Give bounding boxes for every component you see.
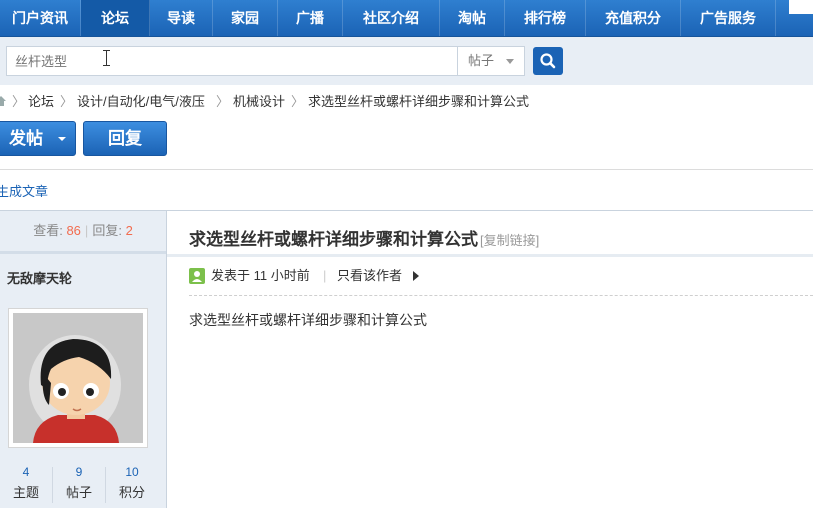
author-stat-posts[interactable]: 9 帖子	[53, 461, 105, 506]
new-post-button[interactable]: 发帖	[0, 121, 76, 156]
author-sidebar: 查看: 86 | 回复: 2 无敌摩天轮 4 主题 9 帖子 10 积分	[0, 211, 167, 508]
text-cursor-icon	[103, 50, 110, 66]
chevron-down-icon	[58, 137, 66, 141]
play-icon[interactable]	[413, 271, 419, 281]
top-navigation: 门户资讯 论坛 导读 家园 广播 社区介绍 淘帖 排行榜 充值积分 广告服务	[0, 0, 813, 37]
reply-button[interactable]: 回复	[83, 121, 167, 156]
online-user-icon	[189, 268, 205, 284]
nav-item-forum[interactable]: 论坛	[81, 0, 150, 36]
search-bar: 帖子	[0, 37, 813, 85]
nav-item-ranking[interactable]: 排行榜	[505, 0, 586, 36]
breadcrumb-thread[interactable]: 求选型丝杆或螺杆详细步骤和计算公式	[308, 90, 529, 114]
search-input[interactable]	[6, 46, 457, 76]
author-name[interactable]: 无敌摩天轮	[7, 268, 72, 287]
author-stat-topics[interactable]: 4 主题	[0, 461, 52, 506]
stats-separator: |	[84, 223, 89, 238]
divider	[189, 295, 813, 296]
divider	[0, 169, 813, 170]
breadcrumb-board[interactable]: 机械设计	[233, 90, 285, 114]
breadcrumb-separator: 〉	[291, 94, 305, 109]
stat-value: 10	[125, 465, 139, 479]
search-icon	[540, 53, 556, 69]
author-stat-points[interactable]: 10 积分	[106, 461, 158, 506]
breadcrumb-category[interactable]: 设计/自动化/电气/液压	[77, 90, 205, 114]
only-author-link[interactable]: 只看该作者	[337, 266, 402, 286]
nav-item-home[interactable]: 家园	[213, 0, 278, 36]
avatar[interactable]	[8, 308, 148, 448]
stat-value: 4	[22, 465, 30, 479]
breadcrumb-separator: 〉	[216, 94, 230, 109]
author-stats: 4 主题 9 帖子 10 积分	[0, 461, 166, 506]
stat-label: 积分	[118, 485, 145, 500]
meta-separator: |	[323, 268, 327, 283]
breadcrumb-forum[interactable]: 论坛	[28, 90, 54, 114]
nav-item-guide[interactable]: 导读	[150, 0, 213, 36]
search-type-select[interactable]: 帖子	[457, 46, 525, 76]
nav-item-collections[interactable]: 淘帖	[440, 0, 505, 36]
nav-item-recharge[interactable]: 充值积分	[586, 0, 681, 36]
avatar-image	[13, 313, 143, 443]
stat-label: 主题	[12, 485, 39, 500]
search-button[interactable]	[533, 47, 563, 75]
post-body: 求选型丝杆或螺杆详细步骤和计算公式	[189, 312, 427, 328]
chevron-down-icon	[506, 59, 514, 64]
nav-item-portal[interactable]: 门户资讯	[0, 0, 81, 36]
copy-link-button[interactable]: [复制链接]	[480, 233, 539, 248]
views-count: 86	[66, 223, 81, 238]
nav-item-community[interactable]: 社区介绍	[343, 0, 440, 36]
thread-stats: 查看: 86 | 回复: 2	[0, 211, 166, 251]
home-icon[interactable]	[0, 96, 6, 106]
views-label: 查看:	[33, 223, 63, 238]
nav-item-broadcast[interactable]: 广播	[278, 0, 343, 36]
breadcrumb-separator: 〉	[12, 94, 26, 109]
new-post-label: 发帖	[9, 129, 43, 148]
replies-label: 回复:	[92, 223, 122, 238]
generate-article-link[interactable]: 生成文章	[0, 181, 48, 200]
breadcrumb-separator: 〉	[60, 94, 74, 109]
divider	[167, 254, 813, 257]
nav-item-ads[interactable]: 广告服务	[681, 0, 776, 36]
reply-label: 回复	[108, 129, 142, 148]
post-time: 发表于 11 小时前	[211, 268, 310, 283]
thread-title: 求选型丝杆或螺杆详细步骤和计算公式 [复制链接]	[189, 225, 539, 250]
stat-label: 帖子	[65, 485, 92, 500]
divider	[0, 251, 166, 254]
thread-title-text: 求选型丝杆或螺杆详细步骤和计算公式	[189, 230, 478, 249]
search-type-label: 帖子	[468, 53, 495, 68]
nav-corner	[789, 0, 813, 14]
replies-count: 2	[125, 223, 133, 238]
stat-value: 9	[75, 465, 83, 479]
